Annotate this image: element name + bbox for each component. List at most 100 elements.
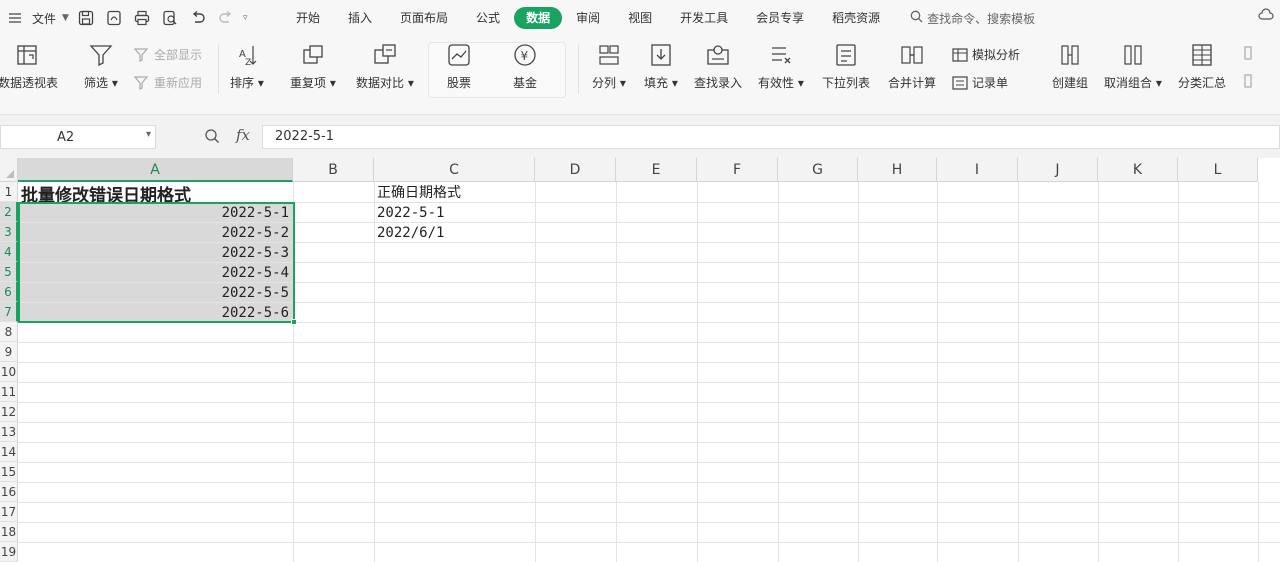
column-gridline — [616, 182, 617, 562]
tab-home[interactable]: 开始 — [282, 7, 334, 29]
ungroup-button[interactable]: 取消组合 ▾ — [1104, 42, 1162, 91]
column-gridline — [1018, 182, 1019, 562]
row-header-16[interactable]: 16 — [0, 482, 18, 502]
row-header-14[interactable]: 14 — [0, 442, 18, 462]
tab-page-layout[interactable]: 页面布局 — [386, 7, 462, 29]
sheet-grid[interactable]: A B C D E F G H I J K L 1 2 3 4 5 6 7 8 9 10 11 12 13 14 15 16 17 18 1… — [0, 158, 1280, 562]
tab-docer-resources[interactable]: 稻壳资源 — [818, 7, 894, 29]
zoom-icon[interactable] — [204, 128, 220, 148]
reapply-button[interactable]: 重新应用 — [134, 74, 202, 91]
tab-formulas[interactable]: 公式 — [462, 7, 514, 29]
save-icon[interactable] — [75, 7, 97, 29]
stock-button[interactable]: 股票 — [446, 42, 472, 91]
column-header-h[interactable]: H — [858, 158, 937, 182]
formula-input[interactable]: 2022-5-1 — [262, 125, 1280, 149]
row-header-9[interactable]: 9 — [0, 342, 18, 362]
name-box[interactable]: A2 ▾ — [0, 125, 156, 149]
select-all-corner[interactable] — [0, 158, 18, 182]
fund-button[interactable]: ¥ 基金 — [512, 42, 538, 91]
subtotal-icon — [1192, 44, 1212, 66]
row-header-8[interactable]: 8 — [0, 322, 18, 342]
print-preview-icon[interactable] — [159, 7, 181, 29]
dropdown-list-button[interactable]: 下拉列表 — [822, 42, 870, 91]
row-header-4[interactable]: 4 — [0, 242, 18, 262]
row-header-13[interactable]: 13 — [0, 422, 18, 442]
column-header-e[interactable]: E — [616, 158, 697, 182]
tab-developer[interactable]: 开发工具 — [666, 7, 742, 29]
menu-bar: 文件 ▼ ▿ 开始 插入 页面布局 公式 数据 审阅 视图 开发工具 会员专享 … — [0, 0, 1280, 36]
row-header-10[interactable]: 10 — [0, 362, 18, 382]
tab-view[interactable]: 视图 — [614, 7, 666, 29]
what-if-analysis-button[interactable]: 模拟分析 — [952, 46, 1020, 63]
column-header-f[interactable]: F — [697, 158, 778, 182]
row-header-19[interactable]: 19 — [0, 542, 18, 562]
ribbon-tabs: 开始 插入 页面布局 公式 数据 审阅 视图 开发工具 会员专享 稻壳资源 — [282, 7, 894, 29]
column-header-l[interactable]: L — [1178, 158, 1258, 182]
row-header-5[interactable]: 5 — [0, 262, 18, 282]
pivot-table-button[interactable]: 数据透视表 — [0, 42, 58, 91]
data-compare-button[interactable]: 数据对比 ▾ — [356, 42, 414, 91]
chevron-down-icon[interactable]: ▼ — [62, 13, 69, 23]
collapse-detail-icon[interactable] — [1244, 74, 1260, 88]
filter-button[interactable]: 筛选 ▾ — [84, 42, 118, 91]
validity-button[interactable]: 有效性 ▾ — [758, 42, 804, 91]
cell-c2[interactable]: 2022-5-1 — [377, 203, 534, 223]
column-header-b[interactable]: B — [293, 158, 374, 182]
row-header-3[interactable]: 3 — [0, 222, 18, 242]
cloud-sync-icon[interactable] — [1258, 7, 1274, 26]
row-header-7[interactable]: 7 — [0, 302, 18, 322]
fx-icon[interactable]: fx — [236, 126, 250, 144]
sort-button[interactable]: AZ 排序 ▾ — [230, 42, 264, 91]
redo-icon[interactable] — [215, 7, 237, 29]
cell-c3[interactable]: 2022/6/1 — [377, 223, 534, 243]
search-placeholder: 查找命令、搜索模板 — [927, 11, 1036, 26]
cell-c1[interactable]: 正确日期格式 — [377, 183, 534, 203]
row-header-18[interactable]: 18 — [0, 522, 18, 542]
column-header-c[interactable]: C — [374, 158, 535, 182]
subtotal-button[interactable]: 分类汇总 — [1178, 42, 1226, 91]
column-gridline — [1178, 182, 1179, 562]
export-pdf-icon[interactable] — [103, 7, 125, 29]
chevron-down-icon[interactable]: ▾ — [146, 129, 151, 140]
formula-bar: A2 ▾ fx 2022-5-1 — [0, 114, 1280, 158]
row-header-11[interactable]: 11 — [0, 382, 18, 402]
hamburger-menu-icon[interactable] — [4, 7, 26, 29]
column-header-d[interactable]: D — [535, 158, 616, 182]
tab-review[interactable]: 审阅 — [562, 7, 614, 29]
sort-az-icon: AZ — [239, 46, 257, 68]
duplicates-button[interactable]: 重复项 ▾ — [290, 42, 336, 91]
command-search[interactable]: 查找命令、搜索模板 — [910, 10, 1035, 27]
show-all-button[interactable]: 全部显示 — [134, 46, 202, 63]
row-header-6[interactable]: 6 — [0, 282, 18, 302]
row-header-12[interactable]: 12 — [0, 402, 18, 422]
undo-icon[interactable] — [187, 7, 209, 29]
column-header-a[interactable]: A — [18, 158, 293, 182]
file-menu[interactable]: 文件 — [32, 10, 56, 27]
create-group-button[interactable]: 创建组 — [1052, 42, 1088, 91]
fill-down-icon — [651, 44, 671, 66]
row-header-1[interactable]: 1 — [0, 182, 18, 202]
row-header-15[interactable]: 15 — [0, 462, 18, 482]
column-gridline — [858, 182, 859, 562]
print-icon[interactable] — [131, 7, 153, 29]
tab-data[interactable]: 数据 — [514, 7, 563, 29]
consolidate-button[interactable]: 合并计算 — [888, 42, 936, 91]
column-header-k[interactable]: K — [1098, 158, 1178, 182]
lookup-entry-button[interactable]: 查找录入 — [694, 42, 742, 91]
row-header-2[interactable]: 2 — [0, 202, 18, 222]
column-header-j[interactable]: J — [1018, 158, 1098, 182]
fill-handle[interactable] — [291, 319, 297, 325]
quick-access-more-icon[interactable]: ▿ — [243, 13, 248, 23]
split-column-button[interactable]: 分列 ▾ — [592, 42, 626, 91]
column-header-g[interactable]: G — [778, 158, 858, 182]
column-header-i[interactable]: I — [937, 158, 1018, 182]
tab-insert[interactable]: 插入 — [334, 7, 386, 29]
search-icon — [910, 10, 923, 26]
record-form-button[interactable]: 记录单 — [952, 74, 1008, 91]
row-gridline — [18, 362, 1280, 363]
expand-detail-icon[interactable] — [1244, 46, 1260, 60]
fill-button[interactable]: 填充 ▾ — [644, 42, 678, 91]
tab-member[interactable]: 会员专享 — [742, 7, 818, 29]
simulate-analysis-icon — [952, 47, 968, 62]
row-header-17[interactable]: 17 — [0, 502, 18, 522]
